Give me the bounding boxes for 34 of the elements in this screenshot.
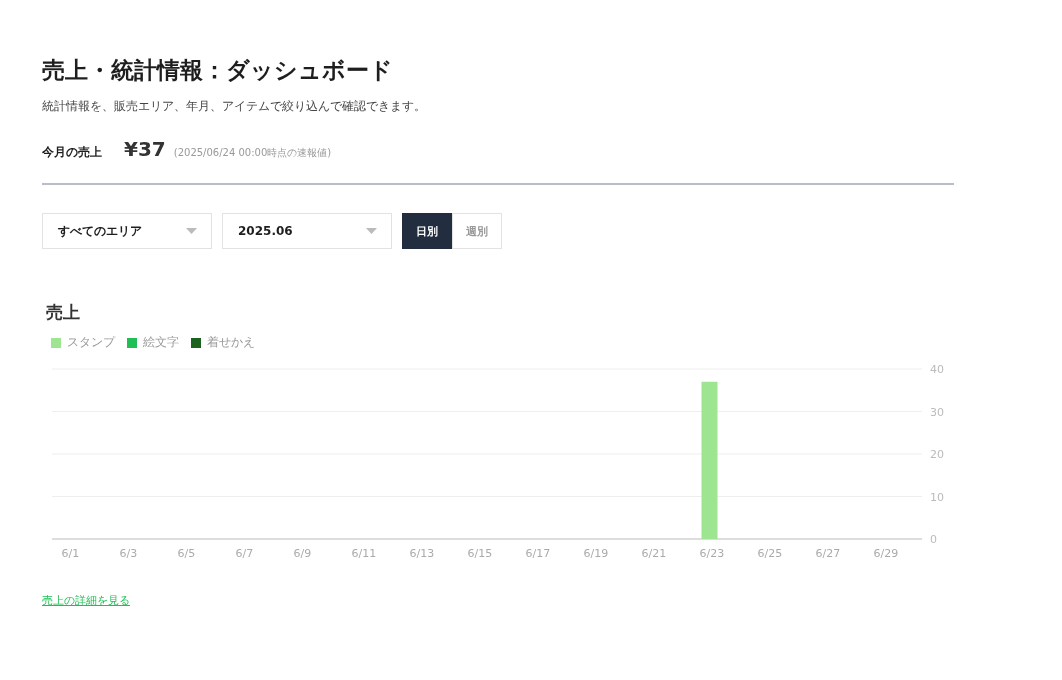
y-tick-label: 20 [930, 448, 944, 461]
legend-item: スタンプ [51, 334, 115, 351]
sales-note: (2025/06/24 00:00時点の速報値) [173, 146, 332, 160]
chart-title: 売上 [46, 301, 81, 324]
x-tick-label: 6/17 [525, 547, 551, 560]
y-tick-label: 0 [930, 533, 937, 546]
x-tick-label: 6/23 [699, 547, 725, 560]
x-tick-label: 6/9 [293, 547, 312, 560]
x-tick-label: 6/15 [467, 547, 493, 560]
caret-icon [186, 228, 197, 234]
x-tick-label: 6/3 [119, 547, 138, 560]
x-tick-label: 6/29 [873, 547, 899, 560]
x-tick-label: 6/13 [409, 547, 435, 560]
legend-item: 着せかえ [191, 334, 255, 351]
monthly-sales-label: 今月の売上 [42, 144, 102, 161]
dropdown[interactable]: すべてのエリア [42, 213, 212, 249]
x-tick-label: 6/11 [351, 547, 377, 560]
monthly-sales-amount: ¥37 [124, 137, 166, 161]
page-description: 統計情報を、販売エリア、年月、アイテムで絞り込んで確認できます。 [42, 98, 427, 115]
x-tick-label: 6/5 [177, 547, 196, 560]
x-tick-label: 6/27 [815, 547, 841, 560]
y-tick-label: 10 [930, 490, 944, 504]
dropdown[interactable]: 2025.06 [222, 213, 392, 249]
period-tab[interactable]: 日別 [402, 213, 452, 249]
x-tick-label: 6/1 [61, 547, 80, 560]
x-tick-label: 6/7 [235, 547, 254, 560]
legend-item: 絵文字 [127, 334, 179, 351]
page-title: 売上・統計情報：ダッシュボード [42, 56, 394, 85]
x-tick-label: 6/19 [583, 547, 609, 560]
y-tick-label: 30 [930, 405, 944, 419]
x-tick-label: 6/21 [641, 547, 667, 560]
x-tick-label: 6/25 [757, 547, 783, 560]
caret-icon [366, 228, 377, 234]
y-tick-label: 40 [930, 363, 944, 376]
